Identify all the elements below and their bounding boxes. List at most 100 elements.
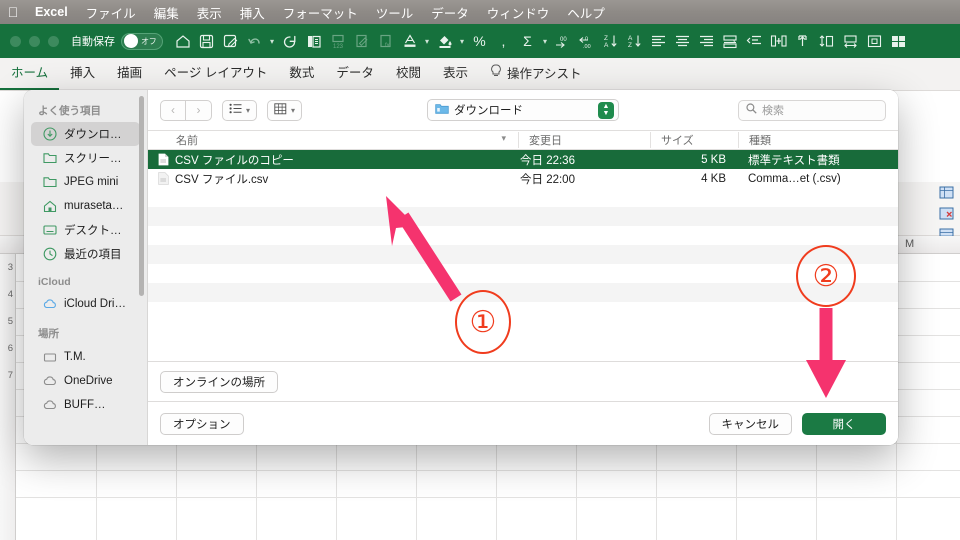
format-as-table-icon[interactable] (939, 186, 954, 204)
paste-values-icon[interactable]: 123 (326, 28, 349, 54)
font-color-icon[interactable] (398, 28, 421, 54)
list-item[interactable] (148, 207, 898, 226)
menu-item-data[interactable]: データ (422, 3, 478, 22)
sort-za-icon[interactable]: AZ (623, 28, 646, 54)
save-as-icon[interactable] (219, 28, 242, 54)
sidebar-item-buffalo[interactable]: BUFF… (31, 393, 140, 417)
align-left-icon[interactable] (647, 28, 670, 54)
row-header-5[interactable]: 5 (0, 308, 15, 335)
cancel-button[interactable]: キャンセル (708, 412, 792, 435)
font-color-caret-icon[interactable]: ▾ (422, 37, 432, 46)
list-item[interactable] (148, 188, 898, 207)
list-item[interactable] (148, 226, 898, 245)
sidebar-item-home[interactable]: muraseta… (31, 194, 140, 218)
tab-review[interactable]: 校閲 (385, 58, 432, 90)
column-header-date[interactable]: 変更日 (518, 132, 650, 148)
percent-icon[interactable]: % (468, 28, 491, 54)
row-header-6[interactable]: 6 (0, 335, 15, 362)
open-button[interactable]: 開く (802, 412, 886, 435)
menu-item-format[interactable]: フォーマット (274, 3, 367, 22)
tell-me-assist[interactable]: 操作アシスト (479, 58, 593, 90)
sidebar-item-screenshots[interactable]: スクリー… (31, 146, 140, 170)
freeze-panes-icon[interactable] (863, 28, 886, 54)
undo-caret-icon[interactable]: ▾ (267, 37, 277, 46)
increase-decimal-icon[interactable]: 00 (551, 28, 574, 54)
back-button[interactable]: ‹ (160, 99, 186, 121)
delete-table-icon[interactable] (939, 207, 954, 225)
menu-item-file[interactable]: ファイル (77, 3, 145, 22)
table-row[interactable]: CSV ファイル.csv 今日 22:00 4 KB Comma…et (.cs… (148, 169, 898, 188)
clear-format-icon[interactable]: fx (374, 28, 397, 54)
menu-item-insert[interactable]: 挿入 (231, 3, 274, 22)
fill-color-icon[interactable] (433, 28, 456, 54)
menu-item-window[interactable]: ウィンドウ (478, 3, 559, 22)
fill-color-caret-icon[interactable]: ▾ (457, 37, 467, 46)
column-header-name[interactable]: 名前 ▾ (148, 132, 518, 148)
list-item[interactable] (148, 302, 898, 321)
column-width-icon[interactable] (839, 28, 862, 54)
list-item[interactable] (148, 264, 898, 283)
tab-draw[interactable]: 描画 (106, 58, 153, 90)
tab-formulas[interactable]: 数式 (278, 58, 325, 90)
indent-icon[interactable] (743, 28, 766, 54)
sidebar-item-jpeg-mini[interactable]: JPEG mini (31, 170, 140, 194)
row-height-icon[interactable] (815, 28, 838, 54)
tab-page-layout[interactable]: ページ レイアウト (153, 58, 278, 90)
list-item[interactable] (148, 283, 898, 302)
tab-data[interactable]: データ (325, 58, 385, 90)
view-mode-button[interactable]: ▾ (222, 99, 258, 121)
list-item[interactable] (148, 245, 898, 264)
menu-item-view[interactable]: 表示 (188, 3, 231, 22)
decrease-decimal-icon[interactable]: 0.00 (575, 28, 598, 54)
align-right-icon[interactable] (695, 28, 718, 54)
autosave-control[interactable]: 自動保存 オフ (71, 32, 163, 50)
delete-cells-icon[interactable] (791, 28, 814, 54)
save-icon[interactable] (195, 28, 218, 54)
menu-item-tools[interactable]: ツール (367, 3, 423, 22)
tab-view[interactable]: 表示 (432, 58, 479, 90)
insert-cells-icon[interactable] (767, 28, 790, 54)
online-locations-button[interactable]: オンラインの場所 (160, 370, 278, 393)
menu-app-name[interactable]: Excel (26, 5, 77, 19)
autosum-icon[interactable]: Σ (516, 28, 539, 54)
undo-icon[interactable] (243, 28, 266, 54)
row-header-7[interactable]: 7 (0, 362, 15, 389)
comma-icon[interactable]: , (492, 28, 515, 54)
sidebar-item-icloud-drive[interactable]: iCloud Dri… (31, 292, 140, 316)
path-popup-button[interactable]: ダウンロード ▲ ▼ (427, 99, 619, 121)
table-row[interactable]: CSV ファイルのコピー 今日 22:36 5 KB 標準テキスト書類 (148, 150, 898, 169)
align-center-icon[interactable] (671, 28, 694, 54)
sort-az-icon[interactable]: ZA (599, 28, 622, 54)
group-by-button[interactable]: ▾ (267, 99, 303, 121)
minimize-window-button[interactable] (29, 35, 40, 47)
home-icon[interactable] (171, 28, 194, 54)
sidebar-item-desktop[interactable]: デスクト… (31, 218, 140, 242)
sidebar-item-onedrive[interactable]: OneDrive (31, 369, 140, 393)
search-field[interactable]: 検索 (738, 99, 886, 121)
paste-format-icon[interactable] (350, 28, 373, 54)
window-controls[interactable] (0, 35, 71, 47)
row-header-4[interactable]: 4 (0, 281, 15, 308)
redo-icon[interactable] (278, 28, 301, 54)
autosave-toggle[interactable]: オフ (121, 32, 163, 50)
menu-item-help[interactable]: ヘルプ (558, 3, 614, 22)
forward-button[interactable]: › (186, 99, 212, 121)
row-header-3[interactable]: 3 (0, 254, 15, 281)
column-header-size[interactable]: サイズ (650, 132, 738, 148)
sidebar-item-tm[interactable]: T.M. (31, 345, 140, 369)
column-header-kind[interactable]: 種類 (738, 132, 870, 148)
autosum-caret-icon[interactable]: ▾ (540, 37, 550, 46)
sidebar-scrollbar[interactable] (139, 96, 144, 296)
column-header-m[interactable]: M (905, 238, 914, 250)
sidebar-item-downloads[interactable]: ダウンロ… (31, 122, 140, 146)
close-window-button[interactable] (10, 35, 21, 47)
merge-cells-icon[interactable]: x (719, 28, 742, 54)
apple-logo-icon[interactable]:  (0, 5, 26, 19)
table-style-icon[interactable] (887, 28, 910, 54)
tab-home[interactable]: ホーム (0, 58, 60, 90)
maximize-window-button[interactable] (48, 35, 59, 47)
stepper-up-down-icon[interactable]: ▲ ▼ (598, 101, 614, 119)
sidebar-item-recents[interactable]: 最近の項目 (31, 242, 140, 266)
menu-item-edit[interactable]: 編集 (145, 3, 188, 22)
options-button[interactable]: オプション (160, 412, 244, 435)
